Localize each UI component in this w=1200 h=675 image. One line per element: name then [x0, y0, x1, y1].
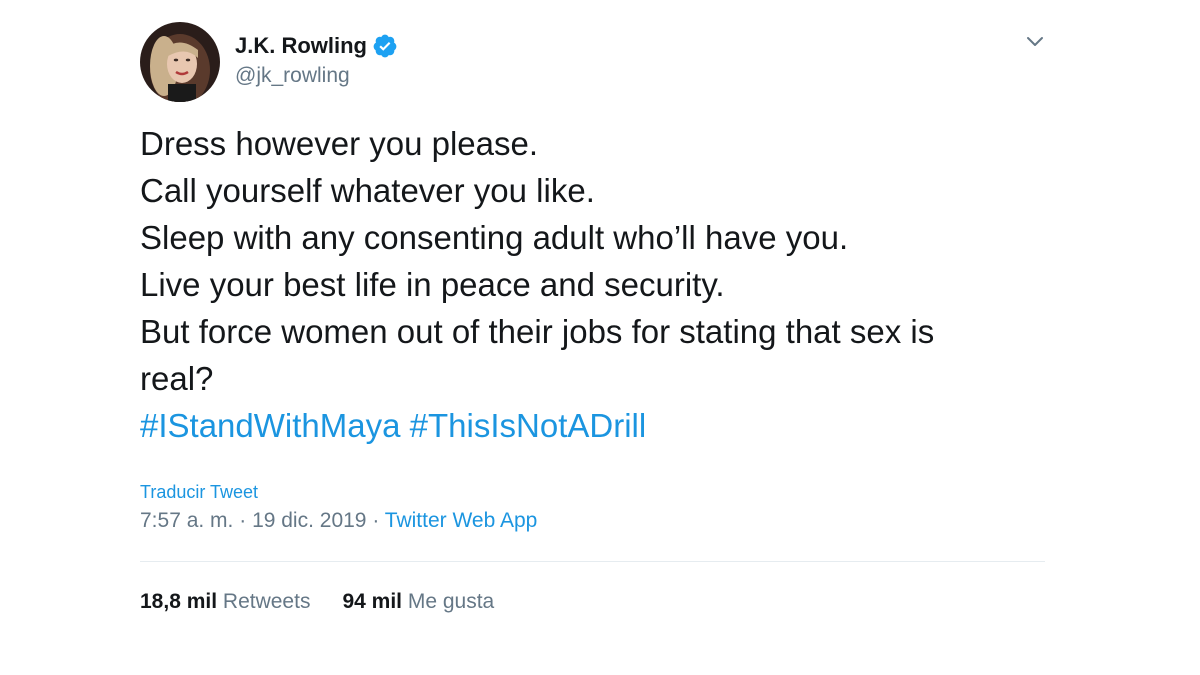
hashtag-row: #IStandWithMaya #ThisIsNotADrill	[140, 402, 1060, 449]
tweet-line: Sleep with any consenting adult who’ll h…	[140, 219, 849, 256]
author-info: J.K. Rowling @jk_rowling	[235, 30, 398, 88]
retweets-label: Retweets	[222, 590, 311, 613]
tweet-text: Dress however you please. Call yourself …	[140, 120, 1060, 449]
tweet-stats: 18,8 mil Retweets 94 mil Me gusta	[140, 590, 494, 614]
tweet-card: J.K. Rowling @jk_rowling Dress however y…	[0, 0, 1200, 675]
tweet-line: real?	[140, 360, 214, 397]
likes-stat[interactable]: 94 mil Me gusta	[342, 590, 494, 614]
tweet-source-link[interactable]: Twitter Web App	[385, 509, 538, 532]
meta-separator: ·	[366, 509, 385, 532]
likes-label: Me gusta	[407, 590, 495, 613]
avatar[interactable]	[140, 22, 220, 102]
tweet-line: Call yourself whatever you like.	[140, 172, 595, 209]
retweets-stat[interactable]: 18,8 mil Retweets	[140, 590, 310, 614]
tweet-line: But force women out of their jobs for st…	[140, 313, 935, 350]
meta-separator: ·	[233, 509, 253, 532]
display-name[interactable]: J.K. Rowling	[235, 33, 367, 59]
tweet-meta: 7:57 a. m. · 19 dic. 2019 · Twitter Web …	[140, 509, 537, 533]
user-handle[interactable]: @jk_rowling	[235, 64, 398, 88]
translate-tweet-link[interactable]: Traducir Tweet	[140, 482, 258, 503]
chevron-down-icon[interactable]	[1022, 32, 1048, 52]
likes-count: 94 mil	[342, 590, 402, 613]
divider	[140, 561, 1045, 562]
tweet-date[interactable]: 19 dic. 2019	[252, 509, 366, 532]
hashtag-link[interactable]: #IStandWithMaya	[140, 407, 400, 444]
tweet-line: Live your best life in peace and securit…	[140, 266, 725, 303]
retweets-count: 18,8 mil	[140, 590, 218, 613]
tweet-time[interactable]: 7:57 a. m.	[140, 509, 233, 532]
hashtag-link[interactable]: #ThisIsNotADrill	[410, 407, 647, 444]
verified-badge-icon	[372, 33, 398, 59]
tweet-line: Dress however you please.	[140, 125, 539, 162]
